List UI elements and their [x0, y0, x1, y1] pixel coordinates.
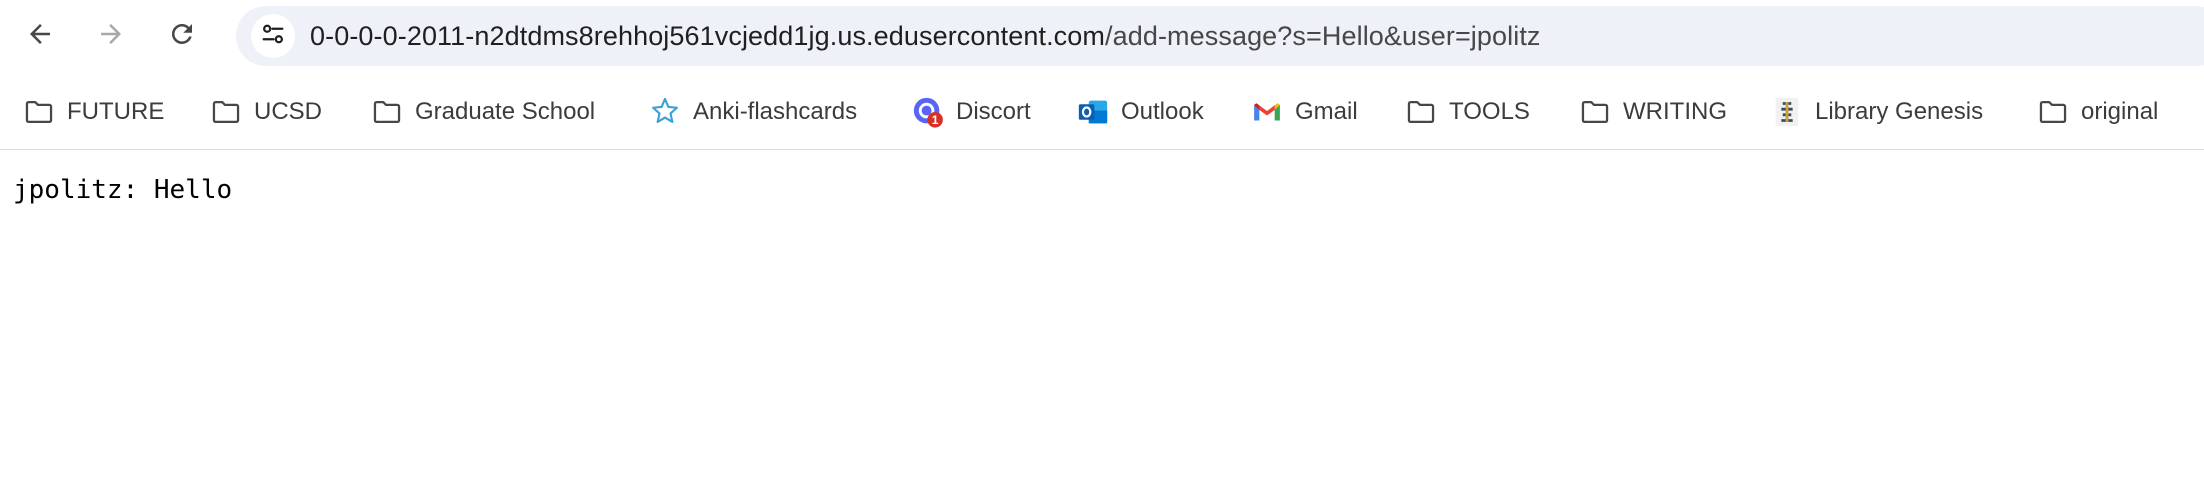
- bookmark-label: Anki-flashcards: [693, 98, 858, 125]
- folder-icon: [22, 95, 56, 129]
- folder-icon: [1578, 95, 1612, 129]
- bookmarks-bar: FUTURE UCSD Graduate School Anki-flashca…: [0, 72, 2204, 150]
- gmail-icon: [1250, 95, 1284, 129]
- bookmark-discort[interactable]: 1 Discort: [911, 92, 1031, 132]
- bookmark-label: Outlook: [1121, 98, 1204, 125]
- bookmark-label: Graduate School: [415, 98, 596, 125]
- bookmark-original[interactable]: original: [2036, 92, 2158, 132]
- bookmark-label: TOOLS: [1449, 98, 1530, 125]
- bookmark-library-genesis[interactable]: Library Genesis: [1770, 92, 1983, 132]
- arrow-left-icon: [25, 19, 55, 54]
- forward-button[interactable]: [86, 11, 136, 61]
- bookmark-label: original: [2081, 98, 2159, 125]
- bookmark-ucsd[interactable]: UCSD: [209, 92, 322, 132]
- library-genesis-icon: [1770, 95, 1804, 129]
- bookmark-outlook[interactable]: Outlook: [1076, 92, 1204, 132]
- svg-text:1: 1: [932, 113, 939, 127]
- bookmark-label: Discort: [956, 98, 1031, 125]
- folder-icon: [2036, 95, 2070, 129]
- bookmark-writing[interactable]: WRITING: [1578, 92, 1727, 132]
- discord-icon: 1: [911, 95, 945, 129]
- bookmark-gmail[interactable]: Gmail: [1250, 92, 1358, 132]
- bookmark-label: WRITING: [1623, 98, 1727, 125]
- reload-button[interactable]: [157, 11, 207, 61]
- page-message: jpolitz: Hello: [13, 175, 233, 205]
- url-text[interactable]: 0-0-0-0-2011-n2dtdms8rehhoj561vcjedd1jg.…: [310, 6, 1541, 66]
- bookmark-label: Gmail: [1295, 98, 1358, 125]
- url-host: 0-0-0-0-2011-n2dtdms8rehhoj561vcjedd1jg.…: [310, 21, 1105, 51]
- address-bar[interactable]: 0-0-0-0-2011-n2dtdms8rehhoj561vcjedd1jg.…: [236, 6, 2204, 66]
- browser-toolbar: 0-0-0-0-2011-n2dtdms8rehhoj561vcjedd1jg.…: [0, 0, 2204, 72]
- site-info-button[interactable]: [251, 14, 295, 58]
- folder-icon: [1404, 95, 1438, 129]
- bookmark-label: UCSD: [254, 98, 323, 125]
- folder-icon: [209, 95, 243, 129]
- bookmark-graduate-school[interactable]: Graduate School: [370, 92, 595, 132]
- reload-icon: [167, 19, 197, 54]
- bookmark-label: FUTURE: [67, 98, 165, 125]
- anki-star-icon: [648, 95, 682, 129]
- back-button[interactable]: [15, 11, 65, 61]
- url-path: /add-message?s=Hello&user=jpolitz: [1105, 21, 1541, 51]
- tune-icon: [259, 20, 287, 53]
- bookmark-anki-flashcards[interactable]: Anki-flashcards: [648, 92, 857, 132]
- folder-icon: [370, 95, 404, 129]
- bookmark-label: Library Genesis: [1815, 98, 1984, 125]
- arrow-right-icon: [96, 19, 126, 54]
- bookmark-tools[interactable]: TOOLS: [1404, 92, 1530, 132]
- outlook-icon: [1076, 95, 1110, 129]
- bookmark-future[interactable]: FUTURE: [22, 92, 164, 132]
